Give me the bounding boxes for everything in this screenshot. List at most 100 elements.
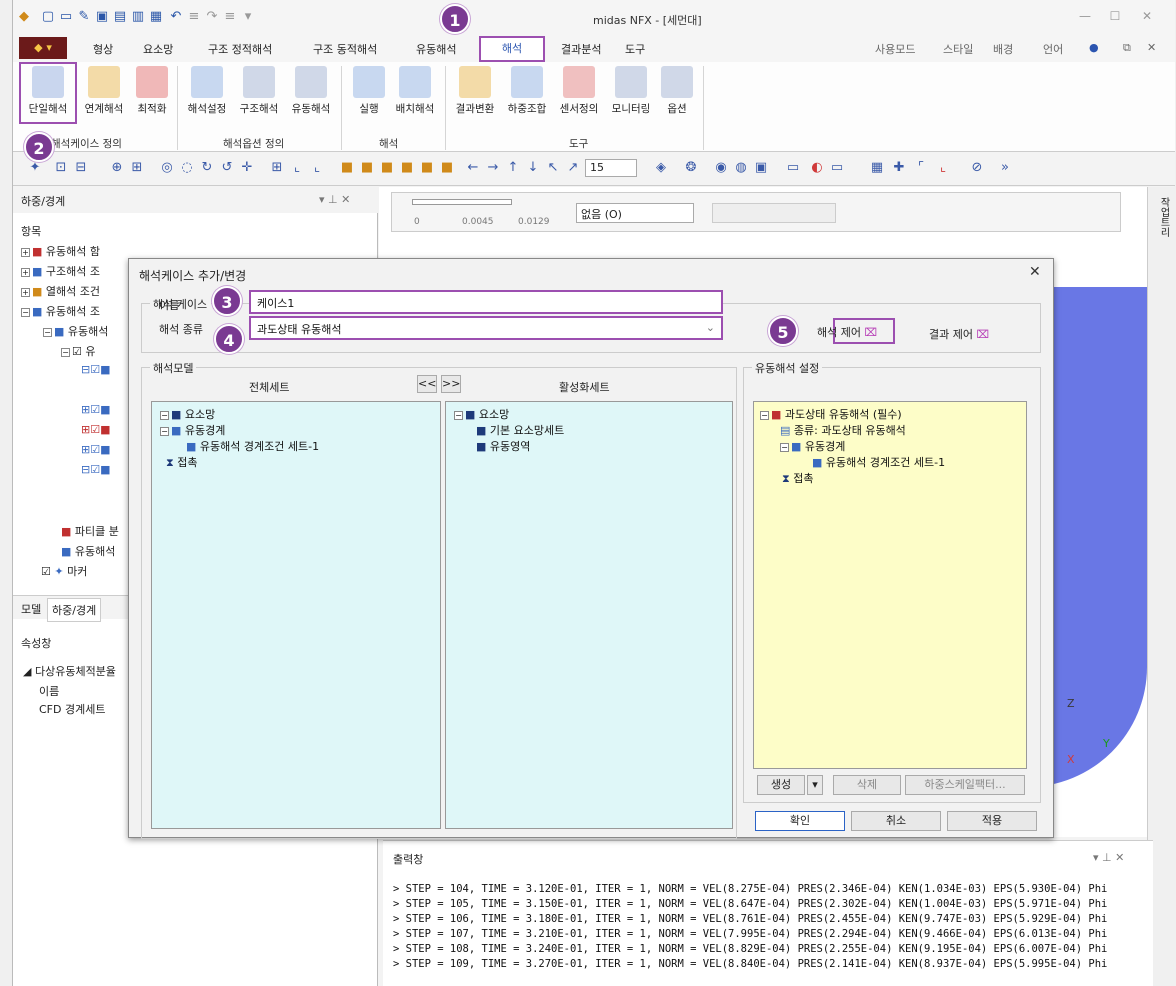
- load-scale-factor-button[interactable]: 하중스케일팩터...: [905, 775, 1025, 795]
- open-folder-icon[interactable]: ▭: [59, 10, 73, 24]
- axis2-icon[interactable]: ⌞: [309, 160, 325, 176]
- tree-item-contact[interactable]: ⧗ 접촉: [166, 454, 197, 470]
- tree-item-flow-boundary[interactable]: − ■ 유동경계: [160, 422, 225, 438]
- tree-item[interactable]: − ■ 유동해석 조: [21, 303, 100, 319]
- delete-button[interactable]: 삭제: [833, 775, 901, 795]
- tree-item[interactable]: + ■ 구조해석 조: [21, 263, 100, 279]
- create-dropdown-icon[interactable]: ▾: [807, 775, 823, 795]
- result-control-button[interactable]: 결과 제어 ⌧: [929, 326, 989, 342]
- arrow-up-icon[interactable]: ↑: [505, 160, 521, 176]
- ok-button[interactable]: 확인: [755, 811, 845, 831]
- view-left-icon[interactable]: ■: [379, 160, 395, 176]
- tree-item[interactable]: ⊟☑■: [81, 463, 110, 476]
- undo-icon[interactable]: ↶: [169, 10, 183, 24]
- tree-item-type[interactable]: ▤ 종류: 과도상태 유동해석: [780, 422, 906, 438]
- case-name-input[interactable]: 케이스1: [249, 290, 723, 314]
- tab-static[interactable]: 구조 정적해석: [208, 41, 272, 57]
- tree-item[interactable]: + ■ 열해석 조건: [21, 283, 100, 299]
- tree-item-contact[interactable]: ⧗ 접촉: [782, 470, 813, 486]
- print-icon[interactable]: ▦: [149, 10, 163, 24]
- pan-icon[interactable]: ✛: [239, 160, 255, 176]
- sensor-definition-button[interactable]: 센서정의: [553, 66, 605, 116]
- unlock-icon[interactable]: ⊟: [73, 160, 89, 176]
- analysis-control-button[interactable]: 해석 제어 ⌧: [817, 324, 877, 340]
- open-icon[interactable]: ✎: [77, 10, 91, 24]
- display-combo-2[interactable]: [712, 203, 836, 223]
- undo-list-icon[interactable]: ≡: [187, 10, 201, 24]
- view-top-icon[interactable]: ■: [419, 160, 435, 176]
- section-icon[interactable]: ⊘: [969, 160, 985, 176]
- label-icon[interactable]: ⌜: [913, 160, 929, 176]
- cancel-button[interactable]: 취소: [851, 811, 941, 831]
- result-convert-button[interactable]: 결과변환: [449, 66, 501, 116]
- slider-track[interactable]: [412, 199, 512, 205]
- rotate2-icon[interactable]: ↺: [219, 160, 235, 176]
- arrow-nw-icon[interactable]: ↖: [545, 160, 561, 176]
- analysis-settings-button[interactable]: 해석설정: [181, 66, 233, 116]
- tree-item-flow-boundary[interactable]: − ■ 유동경계: [780, 438, 845, 454]
- tree-item-flow-region[interactable]: ■ 유동영역: [476, 438, 530, 454]
- marker-icon[interactable]: ⌞: [935, 160, 951, 176]
- save-icon[interactable]: ▣: [95, 10, 109, 24]
- color-icon[interactable]: ◐: [809, 160, 825, 176]
- tree-item[interactable]: ⊞☑■: [81, 423, 110, 436]
- tab-analysis[interactable]: 해석: [479, 36, 545, 62]
- view-back-icon[interactable]: ■: [359, 160, 375, 176]
- batch-analysis-button[interactable]: 배치해석: [389, 66, 441, 116]
- customize-icon[interactable]: ▾: [241, 10, 255, 24]
- transparency-icon[interactable]: ▭: [829, 160, 845, 176]
- redo-icon[interactable]: ↷: [205, 10, 219, 24]
- tree-item-bc-set[interactable]: ■ 유동해석 경계조건 세트-1: [812, 454, 945, 470]
- maximize-icon[interactable]: ☐: [1105, 9, 1125, 25]
- restore-icon[interactable]: ⧉: [1123, 41, 1131, 55]
- tree-item-bc-set[interactable]: ■ 유동해석 경계조건 세트-1: [186, 438, 319, 454]
- export-icon[interactable]: ▥: [131, 10, 145, 24]
- tree-item-transient[interactable]: − ■ 과도상태 유동해석 (필수): [760, 406, 902, 422]
- load-combination-button[interactable]: 하중조합: [501, 66, 553, 116]
- tree-item[interactable]: ⊟☑■: [81, 363, 110, 376]
- view-right-icon[interactable]: ■: [399, 160, 415, 176]
- import-icon[interactable]: ▤: [113, 10, 127, 24]
- rotate-icon[interactable]: ↻: [199, 160, 215, 176]
- tab-mesh[interactable]: 요소망: [143, 41, 173, 57]
- single-analysis-button[interactable]: 단일해석: [21, 66, 75, 116]
- structural-analysis-button[interactable]: 구조해석: [233, 66, 285, 116]
- arrow-down-icon[interactable]: ↓: [525, 160, 541, 176]
- mesh-icon[interactable]: ▦: [869, 160, 885, 176]
- lock-icon[interactable]: ⊡: [53, 160, 69, 176]
- view-front-icon[interactable]: ■: [339, 160, 355, 176]
- new-file-icon[interactable]: ▢: [41, 10, 55, 24]
- flow-settings-tree[interactable]: − ■ 과도상태 유동해석 (필수) ▤ 종류: 과도상태 유동해석 − ■ 유동경…: [753, 401, 1027, 769]
- more-tools-icon[interactable]: »: [997, 160, 1013, 176]
- linked-analysis-button[interactable]: 연계해석: [77, 66, 131, 116]
- redo-list-icon[interactable]: ≡: [223, 10, 237, 24]
- language-menu[interactable]: 언어: [1043, 41, 1063, 57]
- tab-tools[interactable]: 도구: [625, 41, 645, 57]
- help-icon[interactable]: ●: [1089, 41, 1099, 54]
- move-left-button[interactable]: <<: [417, 375, 437, 393]
- minimize-icon[interactable]: —: [1075, 9, 1095, 25]
- flow-analysis-button[interactable]: 유동해석: [285, 66, 337, 116]
- output-pin-icon[interactable]: ▾ ⊥ ✕: [1093, 851, 1124, 864]
- tab-dynamic[interactable]: 구조 동적해석: [313, 41, 377, 57]
- shade-icon[interactable]: ◉: [713, 160, 729, 176]
- monitoring-button[interactable]: 모니터링: [605, 66, 657, 116]
- tree-item[interactable]: ⊞☑■: [81, 443, 110, 456]
- tree-item[interactable]: − ☑ 유: [61, 343, 95, 359]
- zoom-prev-icon[interactable]: ◌: [179, 160, 195, 176]
- tab-geometry[interactable]: 형상: [93, 41, 113, 57]
- dialog-close-icon[interactable]: ✕: [1029, 264, 1041, 280]
- tab-cfd[interactable]: 유동해석: [416, 41, 456, 57]
- active-set-tree[interactable]: − ■ 요소망 ■ 기본 요소망세트 ■ 유동영역: [445, 401, 733, 829]
- tree-item[interactable]: ☑ ✦ 마커: [41, 563, 87, 579]
- camera-icon[interactable]: ▭: [785, 160, 801, 176]
- optimization-button[interactable]: 최적화: [129, 66, 175, 116]
- style-menu[interactable]: 스타일: [943, 41, 973, 57]
- close-icon[interactable]: ✕: [1137, 9, 1157, 25]
- tree-item[interactable]: ■ 유동해석: [61, 543, 115, 559]
- mode-menu[interactable]: 사용모드: [875, 41, 915, 57]
- close-doc-icon[interactable]: ✕: [1147, 41, 1156, 54]
- shade3-icon[interactable]: ▣: [753, 160, 769, 176]
- tree-item[interactable]: − ■ 유동해석: [43, 323, 108, 339]
- analysis-type-select[interactable]: 과도상태 유동해석 ⌄: [249, 316, 723, 340]
